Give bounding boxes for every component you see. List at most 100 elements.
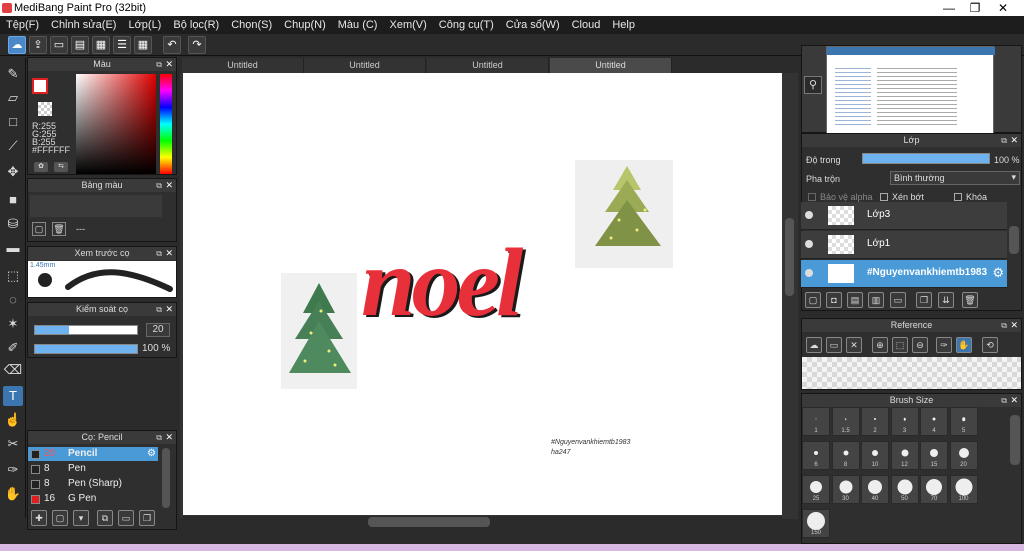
brush-duplicate-icon[interactable]: ❐ xyxy=(139,510,155,526)
close-icon[interactable]: ✕ xyxy=(165,179,173,192)
visibility-eye-icon[interactable] xyxy=(805,269,813,277)
rectangle-tool-icon[interactable]: □ xyxy=(3,112,23,132)
rotate-icon[interactable]: ⟲ xyxy=(982,337,998,353)
divide-tool-icon[interactable]: ✂ xyxy=(3,434,23,454)
transparent-swatch[interactable] xyxy=(38,102,52,116)
brush-size-scrollbar[interactable] xyxy=(1010,415,1020,465)
brush-size-value[interactable]: 20 xyxy=(146,323,170,337)
tab-untitled-2[interactable]: Untitled xyxy=(304,58,426,73)
duplicate-layer-icon[interactable]: ❐ xyxy=(916,292,932,308)
menu-edit[interactable]: Chỉnh sửa(E) xyxy=(45,16,122,34)
brush-size-option[interactable]: 8 xyxy=(831,441,860,470)
eraser-tool-icon[interactable]: ▱ xyxy=(3,88,23,108)
menu-cloud[interactable]: Cloud xyxy=(566,16,607,34)
palette-swatch-area[interactable] xyxy=(30,195,162,217)
brush-item-pen[interactable]: 8 Pen xyxy=(28,462,158,476)
brush-size-option[interactable]: 25 xyxy=(802,475,830,504)
text-tool-icon[interactable]: T xyxy=(3,386,23,406)
reference-image-area[interactable] xyxy=(802,357,1021,389)
gradient-tool-icon[interactable]: ▬ xyxy=(3,238,23,258)
menu-color[interactable]: Màu (C) xyxy=(332,16,384,34)
new-folder-icon[interactable]: ▭ xyxy=(890,292,906,308)
layer-opacity-slider[interactable] xyxy=(862,153,990,164)
redo-icon[interactable]: ↷ xyxy=(188,36,206,54)
menu-window[interactable]: Cửa sổ(W) xyxy=(500,16,566,34)
new-brush-icon[interactable]: ▢ xyxy=(52,510,68,526)
brush-size-option[interactable]: 40 xyxy=(861,475,889,504)
brush-size-option[interactable]: 10 xyxy=(861,441,889,470)
brush-size-option[interactable]: 15 xyxy=(920,441,948,470)
close-icon[interactable]: ✕ xyxy=(1010,319,1018,332)
bucket-tool-icon[interactable]: ⛁ xyxy=(3,214,23,234)
close-reference-icon[interactable]: ✕ xyxy=(846,337,862,353)
zoom-icon[interactable]: ⚲ xyxy=(804,76,822,94)
popout-icon[interactable]: ⧉ xyxy=(156,247,162,260)
blend-mode-select[interactable]: Bình thường ▾ xyxy=(890,171,1020,185)
maximize-button[interactable]: ❐ xyxy=(964,0,986,16)
brush-list-scrollbar[interactable] xyxy=(162,448,170,508)
canvas-vertical-scrollbar[interactable] xyxy=(785,218,794,296)
magic-wand-icon[interactable]: ✶ xyxy=(3,314,23,334)
new-1bit-layer-icon[interactable]: ▥ xyxy=(868,292,884,308)
share-icon[interactable]: ⇪ xyxy=(29,36,47,54)
menu-tools[interactable]: Công cụ(T) xyxy=(433,16,500,34)
visibility-eye-icon[interactable] xyxy=(805,240,813,248)
menu-filter[interactable]: Bộ lọc(R) xyxy=(167,16,225,34)
brush-item-pen-sharp[interactable]: 8 Pen (Sharp) xyxy=(28,477,158,491)
brush-size-option[interactable]: 1 xyxy=(802,407,830,436)
popout-icon[interactable]: ⧉ xyxy=(1001,319,1007,332)
brush-size-option[interactable]: 150 xyxy=(802,509,830,538)
brush-size-option[interactable]: 4 xyxy=(920,407,948,436)
brush-item-g-pen[interactable]: 16 G Pen xyxy=(28,492,158,506)
close-icon[interactable]: ✕ xyxy=(165,58,173,71)
menu-layer[interactable]: Lớp(L) xyxy=(122,16,167,34)
line-tool-icon[interactable]: ⟋ xyxy=(3,136,23,156)
eyedropper-icon[interactable]: ✑ xyxy=(3,460,23,480)
new-halftone-layer-icon[interactable]: ◘ xyxy=(826,292,842,308)
new-palette-icon[interactable]: ▢ xyxy=(32,222,46,236)
menu-snap[interactable]: Chụp(N) xyxy=(278,16,332,34)
layer-scrollbar[interactable] xyxy=(1009,226,1019,254)
delete-layer-icon[interactable]: 🗑 xyxy=(962,292,978,308)
canvas-horizontal-scrollbar[interactable] xyxy=(368,517,490,527)
close-icon[interactable]: ✕ xyxy=(1010,394,1018,407)
list-icon[interactable]: ☰ xyxy=(113,36,131,54)
cloud-upload-icon[interactable]: ☁ xyxy=(806,337,822,353)
undo-icon[interactable]: ↶ xyxy=(163,36,181,54)
brush-size-option[interactable]: 20 xyxy=(949,441,978,470)
popout-icon[interactable]: ⧉ xyxy=(1001,394,1007,407)
eyedropper-icon[interactable]: ✑ xyxy=(936,337,952,353)
merge-layer-icon[interactable]: ⇊ xyxy=(938,292,954,308)
tab-untitled-4[interactable]: Untitled xyxy=(550,58,672,73)
zoom-out-icon[interactable]: ⊖ xyxy=(912,337,928,353)
navigator-preview[interactable] xyxy=(826,46,995,134)
delete-palette-icon[interactable]: 🗑 xyxy=(52,222,66,236)
brush-size-option[interactable]: 100 xyxy=(949,475,978,504)
brush-size-option[interactable]: 2 xyxy=(861,407,889,436)
popout-icon[interactable]: ⧉ xyxy=(156,303,162,316)
hand-tool-icon[interactable]: ✋ xyxy=(3,484,23,504)
lasso-tool-icon[interactable]: ◌ xyxy=(3,290,23,310)
brush-size-option[interactable]: 1.5 xyxy=(831,407,860,436)
select-rect-tool-icon[interactable]: ⬚ xyxy=(3,266,23,286)
lock-checkbox[interactable] xyxy=(954,193,962,201)
popout-icon[interactable]: ⧉ xyxy=(156,58,162,71)
brush-copy-icon[interactable]: ⧉ xyxy=(97,510,113,526)
new-8bit-layer-icon[interactable]: ▤ xyxy=(847,292,863,308)
brush-settings-gear-icon[interactable]: ⚙ xyxy=(147,447,156,461)
brush-size-option[interactable]: 70 xyxy=(920,475,948,504)
brush-size-option[interactable]: 6 xyxy=(802,441,830,470)
close-icon[interactable]: ✕ xyxy=(165,303,173,316)
brush-size-option[interactable]: 50 xyxy=(890,475,919,504)
close-icon[interactable]: ✕ xyxy=(165,247,173,260)
brush-folder-icon[interactable]: ▭ xyxy=(118,510,134,526)
layer-row-text-active[interactable]: #Nguyenvankhiemtb1983 ⚙ xyxy=(801,260,1007,288)
tab-untitled-1[interactable]: Untitled xyxy=(182,58,304,73)
brush-size-option[interactable]: 12 xyxy=(890,441,919,470)
clipping-checkbox[interactable] xyxy=(880,193,888,201)
menu-select[interactable]: Chọn(S) xyxy=(225,16,278,34)
brush-size-option[interactable]: 3 xyxy=(890,407,919,436)
primary-color-swatch[interactable] xyxy=(32,78,48,94)
menu-help[interactable]: Help xyxy=(606,16,641,34)
close-icon[interactable]: ✕ xyxy=(165,431,173,444)
